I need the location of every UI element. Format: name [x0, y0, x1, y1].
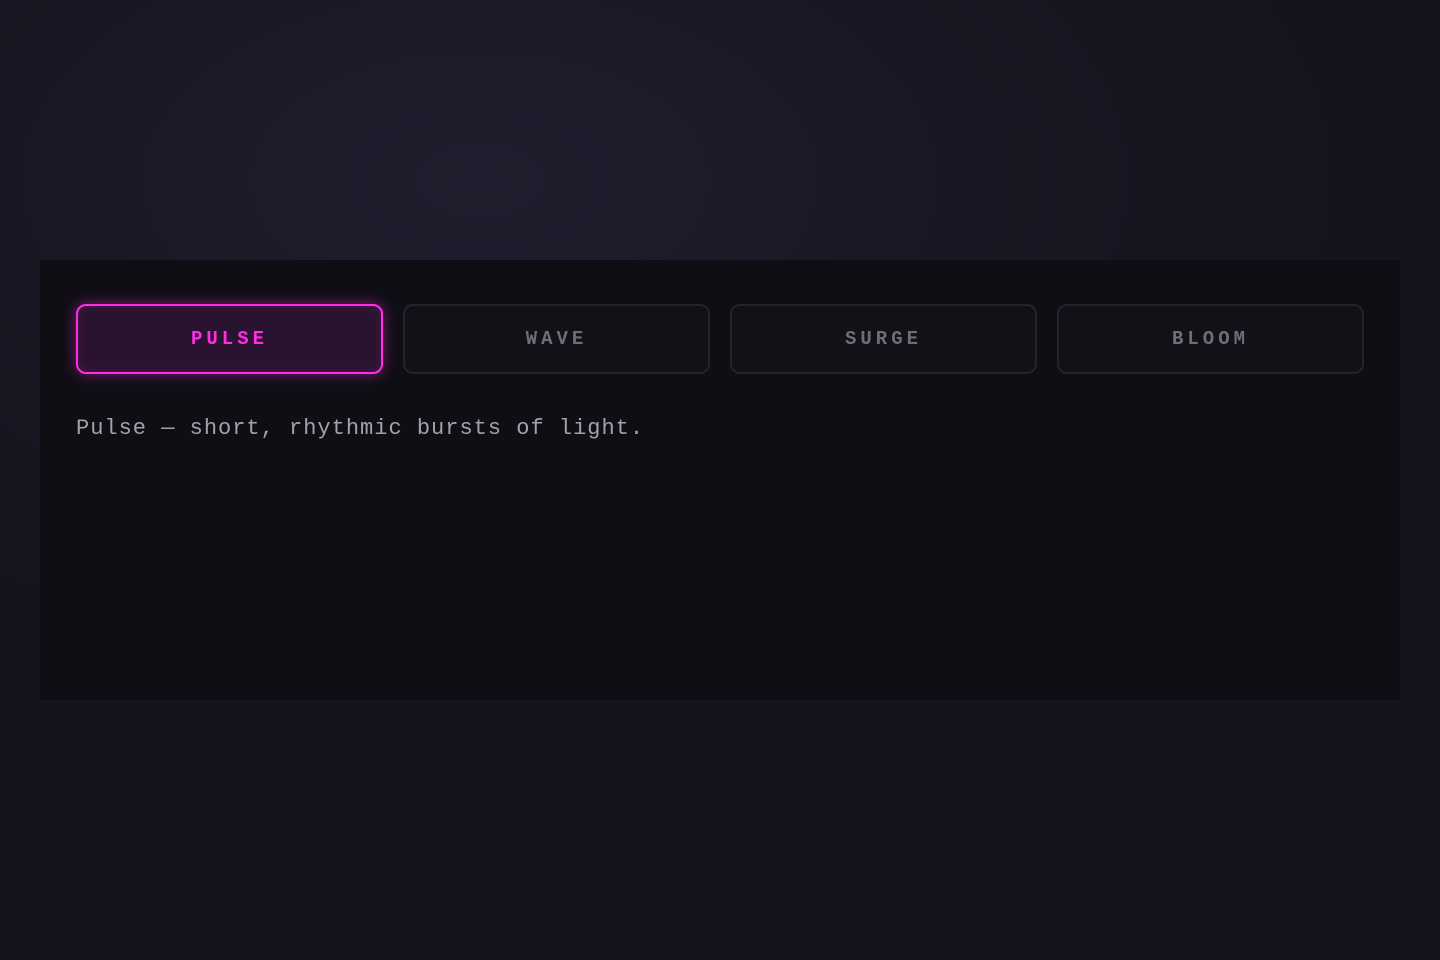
mode-panel: PULSE WAVE SURGE BLOOM Pulse — short, rh… — [40, 260, 1400, 700]
tab-wave[interactable]: WAVE — [403, 304, 710, 374]
tab-surge[interactable]: SURGE — [730, 304, 1037, 374]
mode-description: Pulse — short, rhythmic bursts of light. — [76, 416, 645, 441]
tab-wave-label: WAVE — [525, 328, 588, 350]
tab-surge-label: SURGE — [844, 328, 922, 350]
tab-bloom[interactable]: BLOOM — [1057, 304, 1364, 374]
tab-pulse-label: PULSE — [190, 328, 268, 350]
mode-tabs: PULSE WAVE SURGE BLOOM — [76, 304, 1364, 374]
tab-bloom-label: BLOOM — [1171, 328, 1249, 350]
tab-pulse[interactable]: PULSE — [76, 304, 383, 374]
